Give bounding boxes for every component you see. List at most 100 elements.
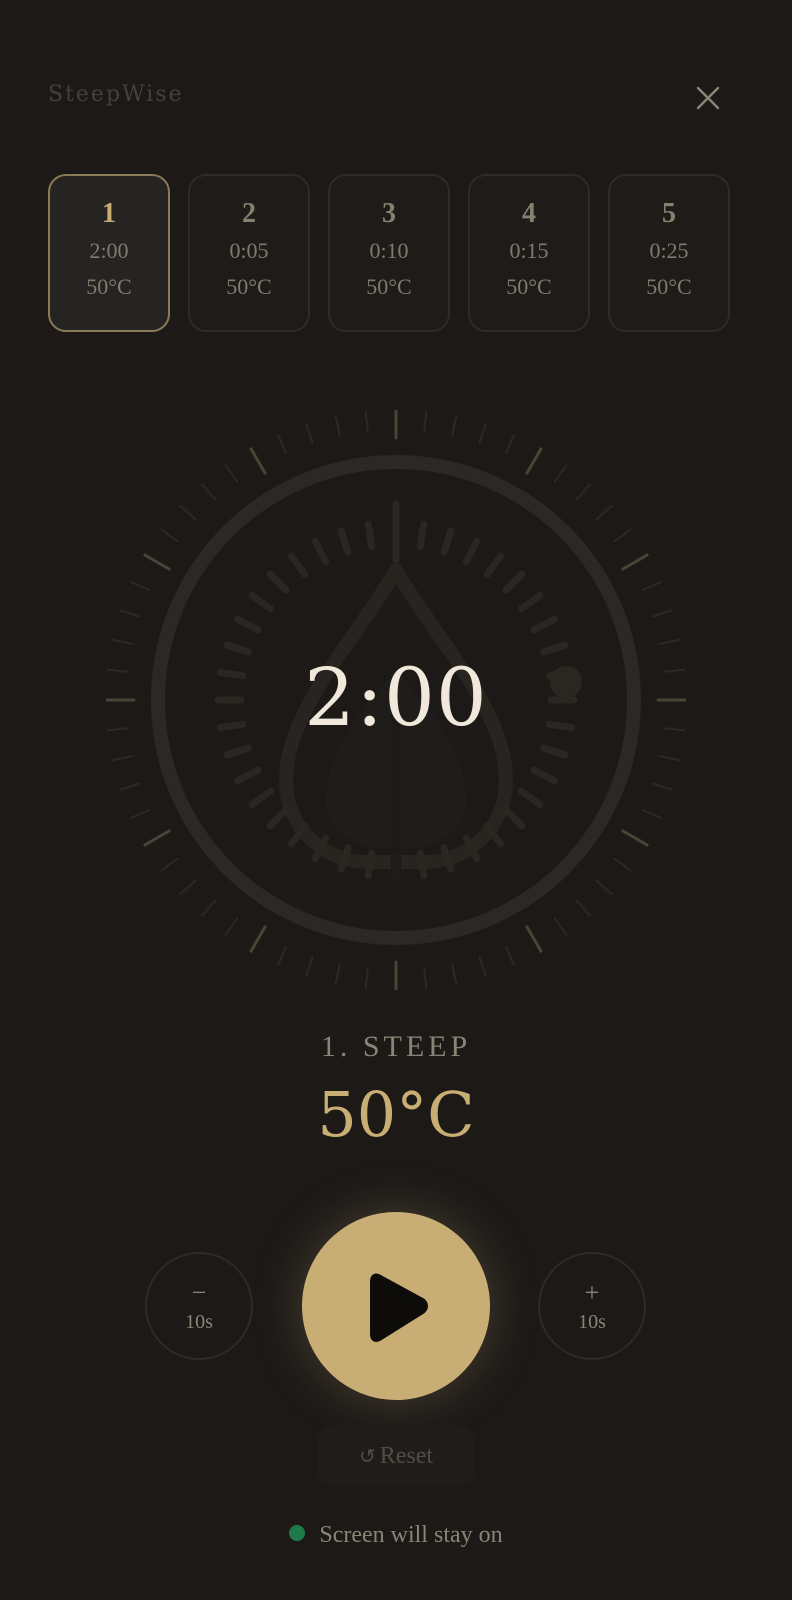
outer-tick [478,955,487,977]
inner-tick [337,527,352,557]
wake-lock-status: Screen will stay on [0,1522,792,1549]
plus-label: 10s [578,1311,606,1333]
timer-dial: 2:00 [106,410,686,990]
infusion-temp: 50°C [366,274,412,299]
inner-tick [233,766,262,785]
outer-tick [249,447,267,475]
infusion-number: 5 [662,198,676,229]
inner-tick [517,787,544,809]
outer-tick [160,857,179,872]
outer-tick [613,528,632,543]
outer-tick [364,410,369,433]
minus-label: 10s [185,1311,213,1333]
outer-tick [277,434,288,455]
inner-tick [517,591,544,613]
play-button[interactable] [302,1212,490,1400]
outer-tick [659,755,681,762]
inner-tick [248,787,275,809]
outer-tick [200,899,217,917]
outer-tick [478,423,487,445]
plus-10s-button[interactable]: + 10s [538,1252,646,1360]
inner-tick [530,766,559,785]
infusion-card-1[interactable]: 1 2:00 50°C [48,174,170,332]
outer-tick [553,917,568,936]
outer-tick [651,609,673,618]
outer-tick [130,581,151,592]
outer-tick [249,925,267,953]
inner-tick [223,641,253,656]
outer-tick [224,917,239,936]
infusion-card-3[interactable]: 3 0:10 50°C [328,174,450,332]
outer-tick [143,553,171,571]
outer-tick [525,925,543,953]
outer-tick [553,464,568,483]
outer-tick [613,857,632,872]
outer-tick [334,415,341,437]
outer-tick [595,504,613,521]
step-label: 1. STEEP [320,1030,472,1063]
outer-tick [130,808,151,819]
outer-tick [659,638,681,645]
inner-tick [248,591,275,613]
outer-tick [423,410,428,433]
status-dot-icon [289,1525,306,1541]
outer-tick [277,945,288,966]
infusion-time: 0:15 [509,238,549,263]
inner-tick [287,552,309,579]
infusion-temp: 50°C [226,274,272,299]
infusion-number: 4 [522,198,536,229]
minus-icon: − [191,1278,207,1307]
close-button[interactable] [690,80,726,116]
infusion-temp: 50°C [646,274,692,299]
outer-tick [595,879,613,896]
infusion-time: 0:05 [229,238,269,263]
minus-10s-button[interactable]: − 10s [145,1252,253,1360]
inner-tick [502,570,526,594]
outer-tick [111,638,133,645]
outer-tick [334,963,341,985]
inner-tick [440,527,455,557]
inner-tick [233,615,262,634]
infusion-list: 1 2:00 50°C 2 0:05 50°C 3 0:10 50°C 4 0:… [48,174,730,332]
outer-tick [305,955,314,977]
outer-tick [160,528,179,543]
infusion-number: 2 [242,198,256,229]
outer-tick [575,483,592,501]
inner-tick [266,570,290,594]
outer-tick [179,879,197,896]
close-icon [696,86,720,110]
outer-tick [504,434,515,455]
timer-display: 2:00 [304,651,488,744]
infusion-card-2[interactable]: 2 0:05 50°C [188,174,310,332]
inner-tick [462,537,481,566]
outer-tick [575,899,592,917]
infusion-temp: 50°C [86,274,132,299]
infusion-time: 2:00 [89,238,129,263]
outer-tick [305,423,314,445]
outer-tick [451,963,458,985]
infusion-number: 1 [102,198,116,229]
inner-tick [530,615,559,634]
outer-tick [143,829,171,847]
inner-tick [223,744,253,759]
inner-tick [539,641,569,656]
outer-tick [641,808,662,819]
inner-tick [483,552,505,579]
app-title: SteepWise [48,82,184,107]
infusion-time: 0:25 [649,238,689,263]
outer-tick [224,464,239,483]
outer-tick [364,967,369,990]
outer-tick [111,755,133,762]
outer-tick [621,553,649,571]
inner-tick [364,520,376,551]
step-temperature: 50°C [317,1078,475,1151]
outer-tick [119,782,141,791]
infusion-card-4[interactable]: 4 0:15 50°C [468,174,590,332]
infusion-card-5[interactable]: 5 0:25 50°C [608,174,730,332]
outer-tick [451,415,458,437]
inner-tick [416,520,428,551]
reset-button[interactable]: ↺ Reset [318,1426,474,1486]
wake-lock-text: Screen will stay on [319,1522,503,1548]
inner-tick [502,806,526,830]
infusion-time: 0:10 [369,238,409,263]
